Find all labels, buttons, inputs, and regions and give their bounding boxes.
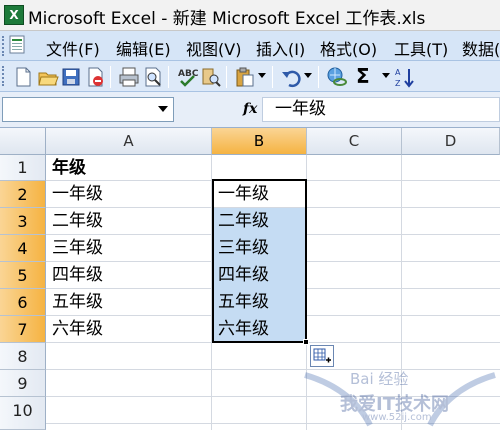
open-icon[interactable] — [37, 66, 59, 88]
name-box[interactable] — [2, 97, 174, 122]
toolbar-separator — [168, 66, 169, 88]
formula-bar: fx 一年级 — [0, 92, 500, 128]
name-box-dropdown-icon[interactable] — [158, 106, 168, 112]
column-header-a[interactable]: A — [46, 128, 212, 155]
row-header-2[interactable]: 2 — [0, 181, 46, 208]
undo-dropdown-arrow[interactable] — [304, 73, 312, 78]
menu-edit[interactable]: 编辑(E) — [116, 36, 171, 60]
insert-function-icon[interactable]: fx — [243, 101, 257, 117]
toolbar-separator — [272, 66, 273, 88]
toolbar-grip-handle[interactable] — [2, 66, 5, 86]
autosum-dropdown-arrow[interactable] — [382, 73, 390, 78]
selection-border — [212, 179, 307, 343]
menu-grip-handle[interactable] — [2, 36, 5, 56]
menu-format[interactable]: 格式(O) — [320, 36, 377, 60]
standard-toolbar: ABC Σ AZ — [0, 61, 500, 92]
cell-a7[interactable]: 六年级 — [48, 316, 103, 343]
menu-file[interactable]: 文件(F) — [46, 36, 100, 60]
svg-text:Z: Z — [395, 79, 401, 88]
menu-data[interactable]: 数据( — [462, 36, 500, 60]
row-header-5[interactable]: 5 — [0, 262, 46, 289]
toolbar-separator — [318, 66, 319, 88]
paste-dropdown-arrow[interactable] — [258, 73, 266, 78]
svg-text:ABC: ABC — [178, 69, 198, 79]
select-all-corner[interactable] — [0, 128, 46, 155]
menu-tools[interactable]: 工具(T) — [394, 36, 448, 60]
row-header-7[interactable]: 7 — [0, 316, 46, 343]
cell-a4[interactable]: 三年级 — [48, 235, 103, 262]
formula-input[interactable]: 一年级 — [262, 97, 500, 122]
menu-insert[interactable]: 插入(I) — [256, 36, 305, 60]
paste-icon[interactable] — [234, 66, 256, 88]
permission-icon[interactable] — [84, 66, 106, 88]
column-header-b[interactable]: B — [212, 128, 307, 155]
print-icon[interactable] — [118, 66, 140, 88]
toolbar-separator — [226, 66, 227, 88]
cell-a1[interactable]: 年级 — [48, 156, 86, 180]
cell-a6[interactable]: 五年级 — [48, 289, 103, 316]
fill-handle[interactable] — [303, 339, 309, 345]
row-header-1[interactable]: 1 — [0, 155, 46, 181]
sort-ascending-icon[interactable]: AZ — [394, 66, 416, 88]
cell-a5[interactable]: 四年级 — [48, 262, 103, 289]
row-header-10[interactable]: 10 — [0, 397, 46, 430]
row-header-9[interactable]: 9 — [0, 370, 46, 397]
svg-text:A: A — [395, 68, 401, 77]
row-header-6[interactable]: 6 — [0, 289, 46, 316]
row-header-8[interactable]: 8 — [0, 343, 46, 370]
title-bar: X Microsoft Excel - 新建 Microsoft Excel 工… — [0, 0, 500, 31]
hyperlink-icon[interactable] — [326, 66, 348, 88]
cell-a2[interactable]: 一年级 — [48, 181, 103, 208]
window-title: Microsoft Excel - 新建 Microsoft Excel 工作表… — [28, 9, 426, 29]
watermark: Bai 经验 我爱IT技术网 www.52ij.com — [300, 360, 500, 430]
save-icon[interactable] — [60, 66, 82, 88]
cell-a3[interactable]: 二年级 — [48, 208, 103, 235]
workbook-icon[interactable] — [9, 35, 27, 55]
row-header-4[interactable]: 4 — [0, 235, 46, 262]
column-header-c[interactable]: C — [307, 128, 402, 155]
toolbar-separator — [110, 66, 111, 88]
undo-icon[interactable] — [280, 66, 302, 88]
spelling-icon[interactable]: ABC — [176, 66, 198, 88]
new-icon[interactable] — [12, 66, 34, 88]
watermark-site-url: www.52ij.com — [362, 412, 432, 423]
column-header-d[interactable]: D — [402, 128, 500, 155]
research-icon[interactable] — [200, 66, 222, 88]
print-preview-icon[interactable] — [142, 66, 164, 88]
excel-app-icon[interactable]: X — [4, 5, 24, 25]
autosum-icon[interactable]: Σ — [356, 64, 370, 88]
watermark-baidu-text: Bai 经验 — [350, 370, 409, 388]
menu-view[interactable]: 视图(V) — [186, 36, 241, 60]
menu-bar: 文件(F) 编辑(E) 视图(V) 插入(I) 格式(O) 工具(T) 数据( — [0, 31, 500, 61]
row-header-3[interactable]: 3 — [0, 208, 46, 235]
